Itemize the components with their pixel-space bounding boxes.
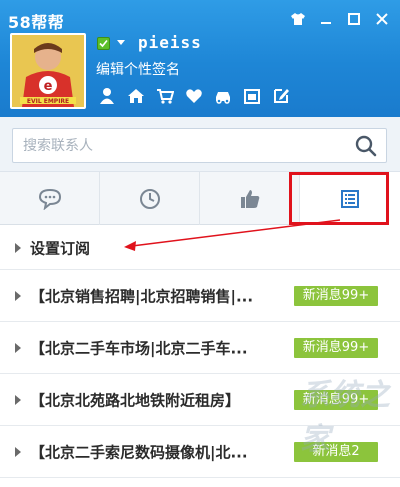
tab-bar xyxy=(0,172,400,225)
list-item[interactable]: 【北京二手索尼数码摄像机|北... 新消息2 xyxy=(0,426,400,478)
title-bar: 58帮帮 e EVIL EMPIRE pieiss 编辑个性签名 xyxy=(0,0,400,117)
expand-arrow-icon xyxy=(15,446,21,457)
search-icon[interactable] xyxy=(354,134,378,158)
list-item-label: 【北京销售招聘|北京招聘销售|... xyxy=(30,287,254,305)
new-message-badge: 新消息99+ xyxy=(294,389,378,410)
person-icon[interactable] xyxy=(96,85,118,107)
new-message-badge: 新消息2 xyxy=(294,441,378,462)
tab-subscriptions[interactable] xyxy=(300,172,400,225)
username: pieiss xyxy=(138,33,202,52)
minimize-icon[interactable] xyxy=(316,9,336,29)
signature-field[interactable]: 编辑个性签名 xyxy=(96,59,180,79)
setup-subscription-row[interactable]: 设置订阅 xyxy=(0,226,400,270)
status-dropdown-icon[interactable] xyxy=(117,40,125,45)
list-item[interactable]: 【北京销售招聘|北京招聘销售|... 新消息99+ xyxy=(0,270,400,322)
home-icon[interactable] xyxy=(125,85,147,107)
subscription-list: 设置订阅 【北京销售招聘|北京招聘销售|... 新消息99+ 【北京二手车市场|… xyxy=(0,226,400,478)
shopping-cart-icon[interactable] xyxy=(154,85,176,107)
maximize-icon[interactable] xyxy=(344,9,364,29)
app-title: 58帮帮 xyxy=(8,13,65,32)
calendar-icon[interactable] xyxy=(241,85,263,107)
edit-icon[interactable] xyxy=(270,85,292,107)
expand-arrow-icon xyxy=(15,242,21,253)
window-controls xyxy=(288,9,392,29)
search-box xyxy=(12,128,387,163)
setup-subscription-label: 设置订阅 xyxy=(30,239,91,257)
expand-arrow-icon xyxy=(15,342,21,353)
heart-icon[interactable] xyxy=(183,85,205,107)
clock-icon xyxy=(139,188,160,209)
list-icon xyxy=(341,189,359,208)
list-item[interactable]: 【北京二手车市场|北京二手车... 新消息99+ xyxy=(0,322,400,374)
avatar-shirt-letter: e xyxy=(44,79,53,94)
skin-shirt-icon[interactable] xyxy=(288,9,308,29)
new-message-badge: 新消息99+ xyxy=(294,337,378,358)
new-message-badge: 新消息99+ xyxy=(294,285,378,306)
list-item-label: 【北京二手索尼数码摄像机|北... xyxy=(30,443,248,461)
tab-likes[interactable] xyxy=(200,172,300,225)
list-item-label: 【北京北苑路北地铁附近租房】 xyxy=(30,391,241,409)
search-bar xyxy=(0,117,400,172)
tab-chat[interactable] xyxy=(0,172,100,225)
close-icon[interactable] xyxy=(372,9,392,29)
toolbar xyxy=(96,85,292,107)
expand-arrow-icon xyxy=(15,290,21,301)
thumbs-up-icon xyxy=(240,189,259,208)
chat-bubble-icon xyxy=(38,188,61,210)
search-input[interactable] xyxy=(23,135,343,157)
car-icon[interactable] xyxy=(212,85,234,107)
list-item[interactable]: 【北京北苑路北地铁附近租房】 新消息99+ xyxy=(0,374,400,426)
expand-arrow-icon xyxy=(15,394,21,405)
avatar[interactable]: e EVIL EMPIRE xyxy=(10,33,86,109)
list-item-label: 【北京二手车市场|北京二手车... xyxy=(30,339,248,357)
tab-recent[interactable] xyxy=(100,172,200,225)
avatar-shirt-text: EVIL EMPIRE xyxy=(27,98,69,105)
online-status-icon[interactable] xyxy=(97,37,110,50)
